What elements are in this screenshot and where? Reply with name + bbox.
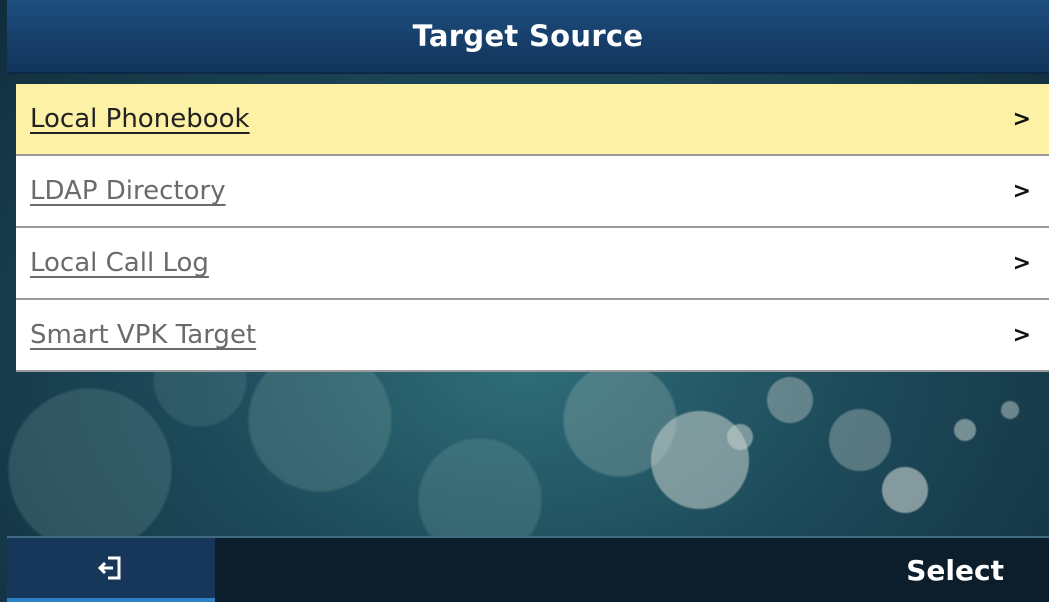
- chevron-right-icon: >: [1012, 106, 1031, 132]
- menu-item-smart-vpk-target[interactable]: Smart VPK Target >: [16, 300, 1049, 372]
- softkey-bar: Select: [7, 536, 1049, 602]
- menu-item-label: LDAP Directory: [30, 176, 226, 206]
- select-button[interactable]: Select: [906, 554, 1004, 587]
- menu-item-local-call-log[interactable]: Local Call Log >: [16, 228, 1049, 300]
- menu-item-label: Local Call Log: [30, 248, 209, 278]
- menu-item-label: Smart VPK Target: [30, 320, 257, 350]
- title-bar: Target Source: [7, 0, 1049, 74]
- chevron-right-icon: >: [1012, 322, 1031, 348]
- page-title: Target Source: [412, 19, 644, 53]
- chevron-right-icon: >: [1012, 178, 1031, 204]
- menu-item-local-phonebook[interactable]: Local Phonebook >: [16, 84, 1049, 156]
- menu-item-label: Local Phonebook: [30, 104, 250, 134]
- target-source-list: Local Phonebook > LDAP Directory > Local…: [16, 84, 1049, 372]
- chevron-right-icon: >: [1012, 250, 1031, 276]
- phone-screen: Target Source Local Phonebook > LDAP Dir…: [0, 0, 1049, 602]
- exit-icon: [97, 556, 121, 580]
- back-button[interactable]: [7, 538, 215, 602]
- menu-item-ldap-directory[interactable]: LDAP Directory >: [16, 156, 1049, 228]
